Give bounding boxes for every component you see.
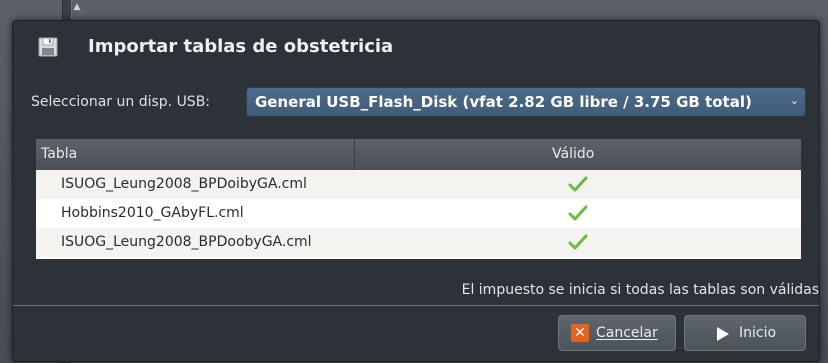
table-name-cell: Hobbins2010_GAbyFL.cml — [61, 205, 244, 221]
usb-selector-row: Seleccionar un disp. USB: General USB_Fl… — [13, 87, 819, 119]
check-icon — [568, 234, 588, 250]
table-row[interactable]: Hobbins2010_GAbyFL.cml — [36, 199, 801, 228]
dialog-header: Importar tablas de obstetricia — [13, 21, 819, 73]
usb-label: Seleccionar un disp. USB: — [31, 94, 211, 110]
table-name-cell: ISUOG_Leung2008_BPDoibyGA.cml — [61, 176, 307, 192]
start-label: Inicio — [739, 325, 777, 341]
scroll-up-arrow-icon: ▲ — [73, 2, 81, 12]
cancel-label: Cancelar — [596, 325, 658, 341]
column-separator — [354, 139, 355, 170]
play-icon — [717, 327, 729, 341]
table-row[interactable]: ISUOG_Leung2008_BPDoobyGA.cml — [36, 228, 801, 257]
column-header-tabla[interactable]: Tabla — [41, 146, 77, 162]
check-icon — [568, 205, 588, 221]
floppy-disk-icon — [38, 37, 58, 57]
tables-list: Tabla Válido ISUOG_Leung2008_BPDoibyGA.c… — [36, 139, 801, 259]
dialog-title: Importar tablas de obstetricia — [88, 36, 394, 57]
cancel-icon: ✕ — [571, 324, 589, 342]
table-header: Tabla Válido — [36, 139, 801, 170]
divider — [13, 305, 819, 306]
start-button[interactable]: Inicio — [684, 315, 806, 351]
table-row[interactable]: ISUOG_Leung2008_BPDoibyGA.cml — [36, 170, 801, 199]
import-tables-dialog: Importar tablas de obstetricia Seleccion… — [12, 20, 820, 362]
table-name-cell: ISUOG_Leung2008_BPDoobyGA.cml — [61, 234, 312, 250]
usb-selected-value: General USB_Flash_Disk (vfat 2.82 GB lib… — [255, 93, 752, 111]
validation-message: El impuesto se inicia si todas las tabla… — [461, 282, 819, 298]
cancel-button[interactable]: ✕ Cancelar — [558, 315, 676, 351]
usb-device-dropdown[interactable]: General USB_Flash_Disk (vfat 2.82 GB lib… — [246, 87, 806, 117]
check-icon — [568, 176, 588, 192]
column-header-valido[interactable]: Válido — [552, 146, 594, 162]
chevron-down-icon: ⌄ — [789, 94, 799, 107]
